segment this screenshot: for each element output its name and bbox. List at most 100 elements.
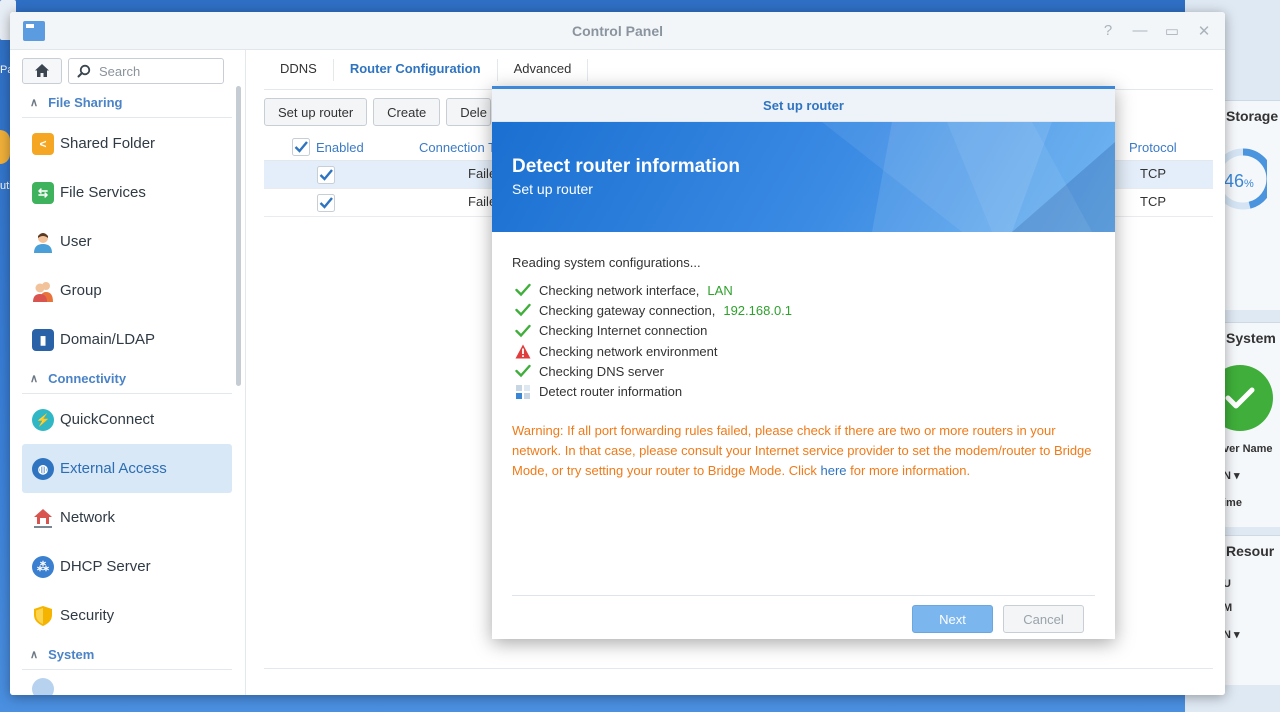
- sidebar-item-shared-folder[interactable]: < Shared Folder: [22, 119, 232, 168]
- system-line[interactable]: N ▾: [1223, 469, 1240, 482]
- section-label: Connectivity: [48, 371, 127, 386]
- check-item-label: Checking DNS server: [539, 363, 664, 379]
- sidebar-item-label: Security: [60, 607, 115, 624]
- check-item-label: Checking network interface,: [539, 282, 700, 298]
- chevron-up-icon: ∧: [30, 649, 39, 661]
- sidebar-item-label: File Services: [60, 184, 146, 201]
- row-enabled-checkbox[interactable]: [317, 166, 335, 184]
- tab-router-configuration[interactable]: Router Configuration: [334, 59, 498, 81]
- sidebar-item-label: DHCP Server: [60, 558, 151, 575]
- toolbar: Set up router Create Dele: [264, 98, 492, 126]
- sidebar-item-quickconnect[interactable]: ⚡ QuickConnect: [22, 395, 232, 444]
- maximize-icon[interactable]: ▭: [1163, 22, 1181, 40]
- sidebar-item-label: User: [60, 233, 92, 250]
- dialog-title[interactable]: Set up router: [492, 89, 1115, 122]
- create-button[interactable]: Create: [373, 98, 441, 126]
- system-health-widget: System ver Name N ▾ ime: [1223, 322, 1280, 527]
- group-icon: [32, 280, 54, 302]
- check-icon: [515, 302, 531, 318]
- column-header-enabled[interactable]: Enabled: [316, 135, 364, 161]
- search-input[interactable]: [99, 63, 209, 79]
- sidebar-item-user[interactable]: User: [22, 217, 232, 266]
- sidebar-item-label: External Access: [60, 460, 167, 477]
- chevron-up-icon: ∧: [30, 97, 39, 109]
- dialog-footer-divider: [512, 595, 1095, 596]
- sidebar: ∧ File Sharing < Shared Folder ⇆ File Ser…: [10, 50, 246, 695]
- next-button[interactable]: Next: [912, 605, 993, 633]
- window-title: Control Panel: [571, 23, 663, 39]
- sidebar-item-dhcp-server[interactable]: ⁂ DHCP Server: [22, 542, 232, 591]
- control-panel-icon: [23, 21, 45, 41]
- dialog-banner: Detect router information Set up router: [492, 122, 1115, 232]
- banner-title: Detect router information: [512, 156, 741, 177]
- check-icon: [515, 282, 531, 298]
- section-connectivity[interactable]: ∧ Connectivity: [22, 364, 232, 394]
- row-protocol: TCP: [1140, 194, 1166, 209]
- quickconnect-icon: ⚡: [32, 408, 54, 431]
- home-icon: [35, 64, 49, 77]
- resource-monitor-widget: Resour U M N ▾: [1223, 535, 1280, 685]
- sidebar-item-network[interactable]: Network: [22, 493, 232, 542]
- check-item-label: Checking Internet connection: [539, 323, 708, 339]
- desktop-app-icon[interactable]: [0, 130, 10, 164]
- resource-widget-title: Resour: [1226, 543, 1275, 559]
- check-item-label: Checking gateway connection,: [539, 302, 716, 318]
- shared-folder-icon: <: [32, 132, 54, 155]
- sidebar-item-file-services[interactable]: ⇆ File Services: [22, 168, 232, 217]
- tab-advanced[interactable]: Advanced: [498, 59, 589, 81]
- check-item-value: 192.168.0.1: [723, 302, 793, 318]
- row-enabled-checkbox[interactable]: [317, 194, 335, 212]
- sidebar-item-group[interactable]: Group: [22, 266, 232, 315]
- column-header-protocol[interactable]: Protocol: [1129, 135, 1177, 161]
- window-titlebar[interactable]: Control Panel ? — ▭ ✕: [10, 12, 1225, 50]
- section-system[interactable]: ∧ System: [22, 640, 232, 670]
- check-item: Detect router information: [512, 381, 1092, 401]
- dialog-body: Reading system configurations... Checkin…: [512, 255, 1092, 481]
- sidebar-item-security[interactable]: Security: [22, 591, 232, 640]
- header-checkbox[interactable]: [292, 138, 310, 156]
- check-item-label: Detect router information: [539, 384, 683, 400]
- check-list: Checking network interface, LAN Checking …: [512, 280, 1092, 402]
- resource-line[interactable]: N ▾: [1223, 628, 1240, 641]
- table-footer-divider: [264, 668, 1213, 669]
- globe-icon: ◍: [32, 457, 54, 480]
- shield-icon: [32, 605, 54, 627]
- check-item: Checking network environment: [512, 341, 1092, 361]
- home-button[interactable]: [22, 58, 62, 84]
- sidebar-item-label: QuickConnect: [60, 411, 155, 428]
- domain-ldap-icon: ▮: [32, 328, 54, 351]
- warning-text: Warning: If all port forwarding rules fa…: [512, 421, 1092, 481]
- sidebar-item-label: Group: [60, 282, 102, 299]
- storage-widget: Storage 46%: [1223, 100, 1280, 310]
- sidebar-item-label: Domain/LDAP: [60, 331, 156, 348]
- check-item: Checking gateway connection, 192.168.0.1: [512, 300, 1092, 320]
- section-label: System: [48, 647, 95, 662]
- check-item-label: Checking network environment: [539, 343, 718, 359]
- check-item: Checking Internet connection: [512, 321, 1092, 341]
- sidebar-item-external-access[interactable]: ◍ External Access: [22, 444, 232, 493]
- section-file-sharing[interactable]: ∧ File Sharing: [22, 88, 232, 118]
- delete-button[interactable]: Dele: [446, 98, 492, 126]
- sidebar-scrollbar[interactable]: [236, 86, 241, 386]
- cancel-button[interactable]: Cancel: [1003, 605, 1084, 633]
- search-box[interactable]: [68, 58, 224, 84]
- section-label: File Sharing: [48, 95, 123, 110]
- user-icon: [32, 231, 54, 253]
- more-info-link[interactable]: here: [821, 463, 847, 478]
- loading-icon: [515, 384, 531, 400]
- sidebar-item-partial-icon: [32, 678, 54, 695]
- system-line: ime: [1223, 497, 1242, 509]
- dhcp-server-icon: ⁂: [32, 555, 54, 578]
- close-icon[interactable]: ✕: [1195, 22, 1213, 40]
- check-item: Checking network interface, LAN: [512, 280, 1092, 300]
- chevron-up-icon: ∧: [30, 373, 39, 385]
- tab-ddns[interactable]: DDNS: [264, 59, 334, 81]
- sidebar-item-domain-ldap[interactable]: ▮ Domain/LDAP: [22, 315, 232, 364]
- help-icon[interactable]: ?: [1099, 22, 1117, 40]
- minimize-icon[interactable]: —: [1131, 22, 1149, 40]
- column-header-connection[interactable]: Connection T: [419, 135, 496, 161]
- search-icon: [77, 64, 91, 78]
- row-protocol: TCP: [1140, 166, 1166, 181]
- setup-router-button[interactable]: Set up router: [264, 98, 368, 126]
- warning-icon: [515, 343, 531, 359]
